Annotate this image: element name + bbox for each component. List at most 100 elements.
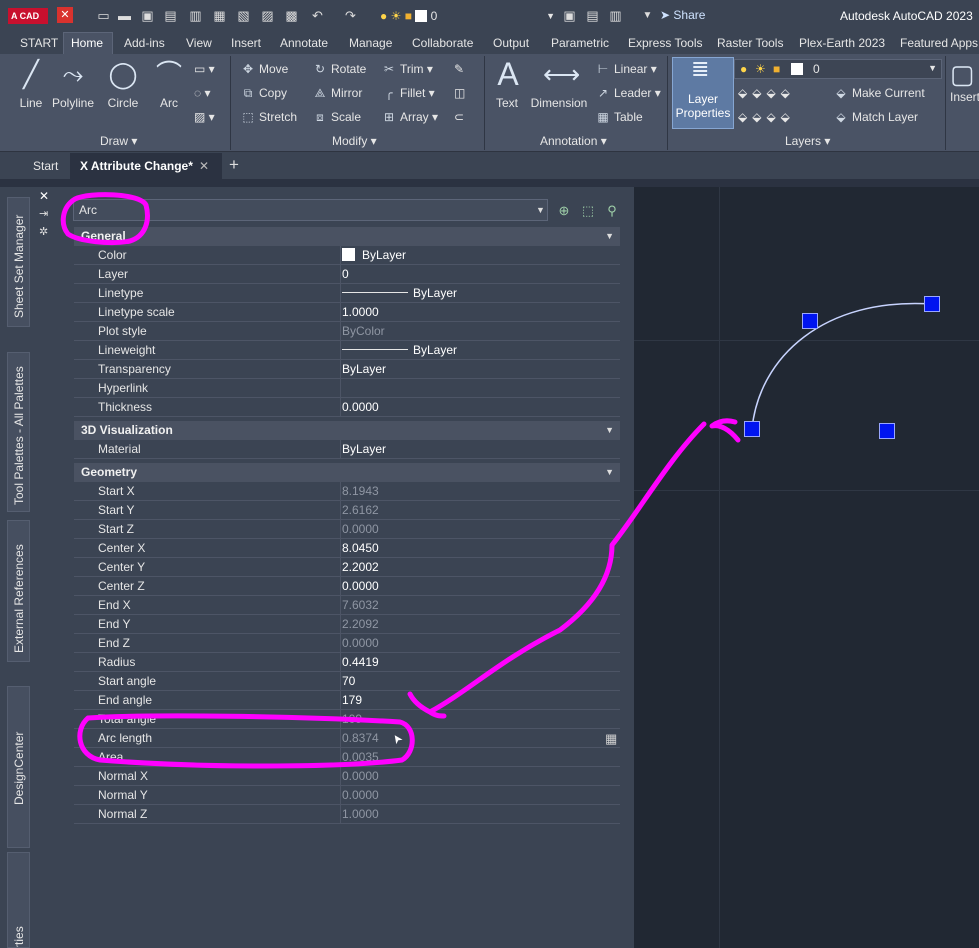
property-value[interactable]: ByLayer xyxy=(342,442,386,456)
tab-home[interactable]: Home xyxy=(71,36,103,50)
make-current-button[interactable]: ⬙ Make Current xyxy=(833,86,924,100)
property-value[interactable]: 0.4419 xyxy=(342,655,379,669)
palette-settings-icon[interactable]: ✲ xyxy=(39,225,48,238)
redo-icon[interactable]: ↷ xyxy=(343,8,358,23)
dimension-button[interactable]: ⟷ Dimension xyxy=(529,58,589,110)
draw-panel-label[interactable]: Draw ▾ xyxy=(100,134,137,148)
erase-icon[interactable]: ✎ xyxy=(454,62,464,76)
chevron-down-icon[interactable]: ▼ xyxy=(536,205,545,215)
property-row[interactable]: Start X 8.1943 xyxy=(74,482,620,501)
property-row[interactable]: End Y 2.2092 xyxy=(74,615,620,634)
rectangle-icon[interactable]: ▭ ▾ xyxy=(194,62,215,76)
match-layer-button[interactable]: ⬙ Match Layer xyxy=(833,110,918,124)
polyline-button[interactable]: ⤳ Polyline xyxy=(50,58,96,110)
explode-icon[interactable]: ◫ xyxy=(454,86,465,100)
xrefs-tab[interactable]: External References xyxy=(7,520,30,662)
tab-manage[interactable]: Manage xyxy=(349,36,392,50)
plot-preview-icon[interactable]: ▧ xyxy=(236,8,251,23)
arc-end-grip[interactable] xyxy=(744,421,760,437)
select-objects-icon[interactable]: ⬚ xyxy=(580,203,596,219)
close-tab-icon[interactable]: ✕ xyxy=(199,159,209,173)
properties-tab[interactable]: Properties xyxy=(7,852,30,948)
property-row[interactable]: Material ByLayer xyxy=(74,440,620,459)
close-palette-icon[interactable]: ✕ xyxy=(39,189,49,203)
property-row[interactable]: Plot style ByColor xyxy=(74,322,620,341)
property-value[interactable]: 2.6162 xyxy=(342,503,379,517)
property-row[interactable]: Normal Z 1.0000 xyxy=(74,805,620,824)
file-tab-active[interactable]: X Attribute Change* xyxy=(80,159,193,173)
close-icon[interactable]: ✕ xyxy=(57,7,73,23)
property-value[interactable]: ByColor xyxy=(342,324,385,338)
layers-panel-label[interactable]: Layers ▾ xyxy=(785,134,830,148)
batch-plot-icon[interactable]: ▩ xyxy=(284,8,299,23)
scale-button[interactable]: ⧈ Scale xyxy=(312,110,361,125)
designcenter-tab[interactable]: DesignCenter xyxy=(7,686,30,848)
plot-icon[interactable]: ▨ xyxy=(260,8,275,23)
match-properties-icon[interactable]: ▣ xyxy=(562,8,577,23)
leader-button[interactable]: ↗ Leader ▾ xyxy=(595,86,661,100)
stretch-button[interactable]: ⬚ Stretch xyxy=(240,110,297,124)
collapse-icon[interactable]: ▼ xyxy=(605,227,614,246)
property-value[interactable]: 2.2002 xyxy=(342,560,379,574)
property-value[interactable]: 0.0035 xyxy=(342,750,379,764)
save-as-icon[interactable]: ▤ xyxy=(163,8,178,23)
general-section-header[interactable]: General ▼ xyxy=(74,227,620,246)
arc-mid-grip[interactable] xyxy=(802,313,818,329)
property-value[interactable]: ByLayer xyxy=(342,343,457,357)
property-value[interactable]: 0.0000 xyxy=(342,522,379,536)
property-row[interactable]: Color ByLayer xyxy=(74,246,620,265)
property-row[interactable]: Layer 0 xyxy=(74,265,620,284)
property-value[interactable]: 1.0000 xyxy=(342,807,379,821)
property-row[interactable]: End X 7.6032 xyxy=(74,596,620,615)
undo-icon[interactable]: ↶ xyxy=(310,8,325,23)
property-value[interactable]: ByLayer xyxy=(342,362,386,376)
calculator-icon[interactable]: ▦ xyxy=(605,731,617,747)
sheet-set-tab[interactable]: Sheet Set Manager xyxy=(7,197,30,327)
new-icon[interactable]: ▭ xyxy=(96,8,111,23)
tab-express-tools[interactable]: Express Tools xyxy=(628,36,702,50)
layer-states-icon[interactable]: ▤ xyxy=(585,8,600,23)
open-icon[interactable]: ▬ xyxy=(117,8,132,23)
tab-view[interactable]: View xyxy=(186,36,212,50)
property-row[interactable]: Linetype ByLayer xyxy=(74,284,620,303)
workspace-icon[interactable]: ▥ xyxy=(608,8,623,23)
arc-center-grip[interactable] xyxy=(879,423,895,439)
object-type-dropdown[interactable]: Arc xyxy=(73,199,548,221)
tab-collaborate[interactable]: Collaborate xyxy=(412,36,473,50)
line-button[interactable]: ╱ Line xyxy=(14,58,48,110)
viz-section-header[interactable]: 3D Visualization ▼ xyxy=(74,421,620,440)
property-value[interactable]: 8.0450 xyxy=(342,541,379,555)
property-row[interactable]: Radius 0.4419 xyxy=(74,653,620,672)
tab-parametric[interactable]: Parametric xyxy=(551,36,609,50)
property-value[interactable]: ByLayer xyxy=(342,248,406,262)
insert-button[interactable]: ▢ Insert xyxy=(950,58,979,104)
property-value[interactable]: 179 xyxy=(342,693,362,707)
tool-palettes-tab[interactable]: Tool Palettes - All Palettes xyxy=(7,352,30,512)
property-value[interactable]: 0.0000 xyxy=(342,400,379,414)
quick-select-icon[interactable]: ⚲ xyxy=(604,203,620,219)
property-value[interactable]: 2.2092 xyxy=(342,617,379,631)
tab-output[interactable]: Output xyxy=(493,36,529,50)
property-row[interactable]: Hyperlink xyxy=(74,379,620,398)
text-button[interactable]: A Text xyxy=(492,58,522,110)
collapse-icon[interactable]: ▼ xyxy=(605,421,614,440)
property-value[interactable]: ByLayer xyxy=(342,286,457,300)
property-row[interactable]: Normal X 0.0000 xyxy=(74,767,620,786)
mirror-button[interactable]: ⟁ Mirror xyxy=(312,86,363,101)
tab-start[interactable]: START xyxy=(20,36,58,50)
fillet-button[interactable]: ╭ Fillet ▾ xyxy=(381,86,434,100)
property-value[interactable]: 0.0000 xyxy=(342,636,379,650)
tab-add-ins[interactable]: Add-ins xyxy=(124,36,165,50)
property-value[interactable]: 0.8374 xyxy=(342,731,379,745)
layer-properties-button[interactable]: ≣ Layer Properties xyxy=(672,57,734,129)
property-row[interactable]: Lineweight ByLayer xyxy=(74,341,620,360)
layer-tools-row-2[interactable]: ⬙⬙⬙⬙ xyxy=(738,110,795,124)
property-row[interactable]: Start Y 2.6162 xyxy=(74,501,620,520)
open-web-icon[interactable]: ▥ xyxy=(188,8,203,23)
property-value[interactable]: 0.0000 xyxy=(342,769,379,783)
property-row[interactable]: End Z 0.0000 xyxy=(74,634,620,653)
property-row[interactable]: Center X 8.0450 xyxy=(74,539,620,558)
property-row[interactable]: Start Z 0.0000 xyxy=(74,520,620,539)
save-icon[interactable]: ▣ xyxy=(140,8,155,23)
tab-annotate[interactable]: Annotate xyxy=(280,36,328,50)
